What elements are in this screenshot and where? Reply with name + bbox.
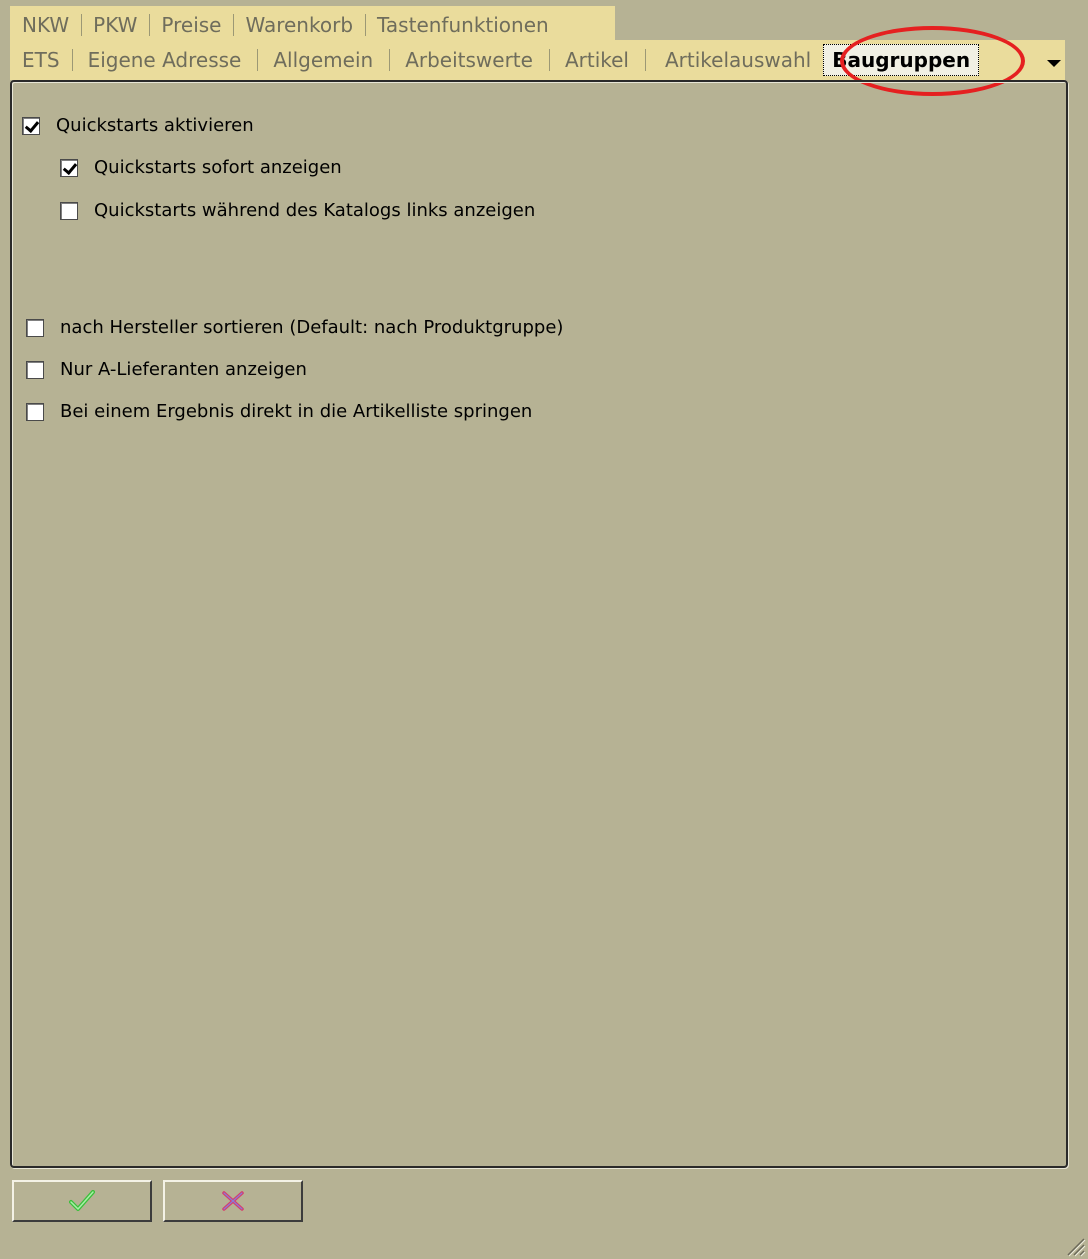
label-hersteller-sortieren: nach Hersteller sortieren (Default: nach… [60, 317, 564, 338]
green-checkmark-icon [69, 1190, 95, 1211]
tab-allgemein[interactable]: Allgemein [257, 46, 389, 74]
cancel-button[interactable] [163, 1180, 303, 1222]
label-a-lieferanten: Nur A-Lieferanten anzeigen [60, 359, 307, 380]
option-quickstarts-links[interactable]: Quickstarts während des Katalogs links a… [60, 200, 535, 221]
tab-arbeitswerte[interactable]: Arbeitswerte [389, 46, 549, 74]
dropdown-arrow-icon[interactable] [1047, 60, 1061, 67]
tab-pkw[interactable]: PKW [81, 11, 149, 39]
tab-tastenfunktionen[interactable]: Tastenfunktionen [365, 11, 561, 39]
tab-artikel[interactable]: Artikel [548, 46, 645, 74]
checkbox-quickstarts-links[interactable] [60, 201, 78, 220]
red-x-icon [222, 1191, 244, 1211]
checkbox-artikelliste-springen[interactable] [26, 402, 44, 421]
option-hersteller-sortieren[interactable]: nach Hersteller sortieren (Default: nach… [26, 317, 563, 338]
tab-preise[interactable]: Preise [149, 11, 233, 39]
option-a-lieferanten[interactable]: Nur A-Lieferanten anzeigen [26, 359, 307, 380]
tab-nkw[interactable]: NKW [10, 11, 81, 39]
checkbox-a-lieferanten[interactable] [26, 360, 44, 379]
tab-eigene-adresse[interactable]: Eigene Adresse [71, 46, 258, 74]
tab-row-top: NKW PKW Preise Warenkorb Tastenfunktione… [10, 6, 615, 44]
label-quickstarts-sofort: Quickstarts sofort anzeigen [94, 157, 342, 178]
option-quickstarts-sofort[interactable]: Quickstarts sofort anzeigen [60, 157, 342, 178]
option-quickstarts-aktivieren[interactable]: Quickstarts aktivieren [22, 115, 254, 136]
resize-grip-icon[interactable] [1062, 1233, 1086, 1257]
label-quickstarts-aktivieren: Quickstarts aktivieren [56, 115, 254, 136]
label-quickstarts-links: Quickstarts während des Katalogs links a… [94, 200, 536, 221]
tab-warenkorb[interactable]: Warenkorb [233, 11, 365, 39]
checkbox-hersteller-sortieren[interactable] [26, 318, 44, 337]
checkbox-quickstarts-sofort[interactable] [60, 158, 78, 177]
tab-artikelauswahl[interactable]: Artikelauswahl [645, 46, 815, 74]
option-artikelliste-springen[interactable]: Bei einem Ergebnis direkt in die Artikel… [26, 401, 532, 422]
label-artikelliste-springen: Bei einem Ergebnis direkt in die Artikel… [60, 401, 533, 422]
ok-button[interactable] [12, 1180, 152, 1222]
settings-panel [10, 80, 1068, 1168]
tab-ets[interactable]: ETS [10, 46, 72, 74]
checkbox-quickstarts-aktivieren[interactable] [22, 116, 40, 135]
